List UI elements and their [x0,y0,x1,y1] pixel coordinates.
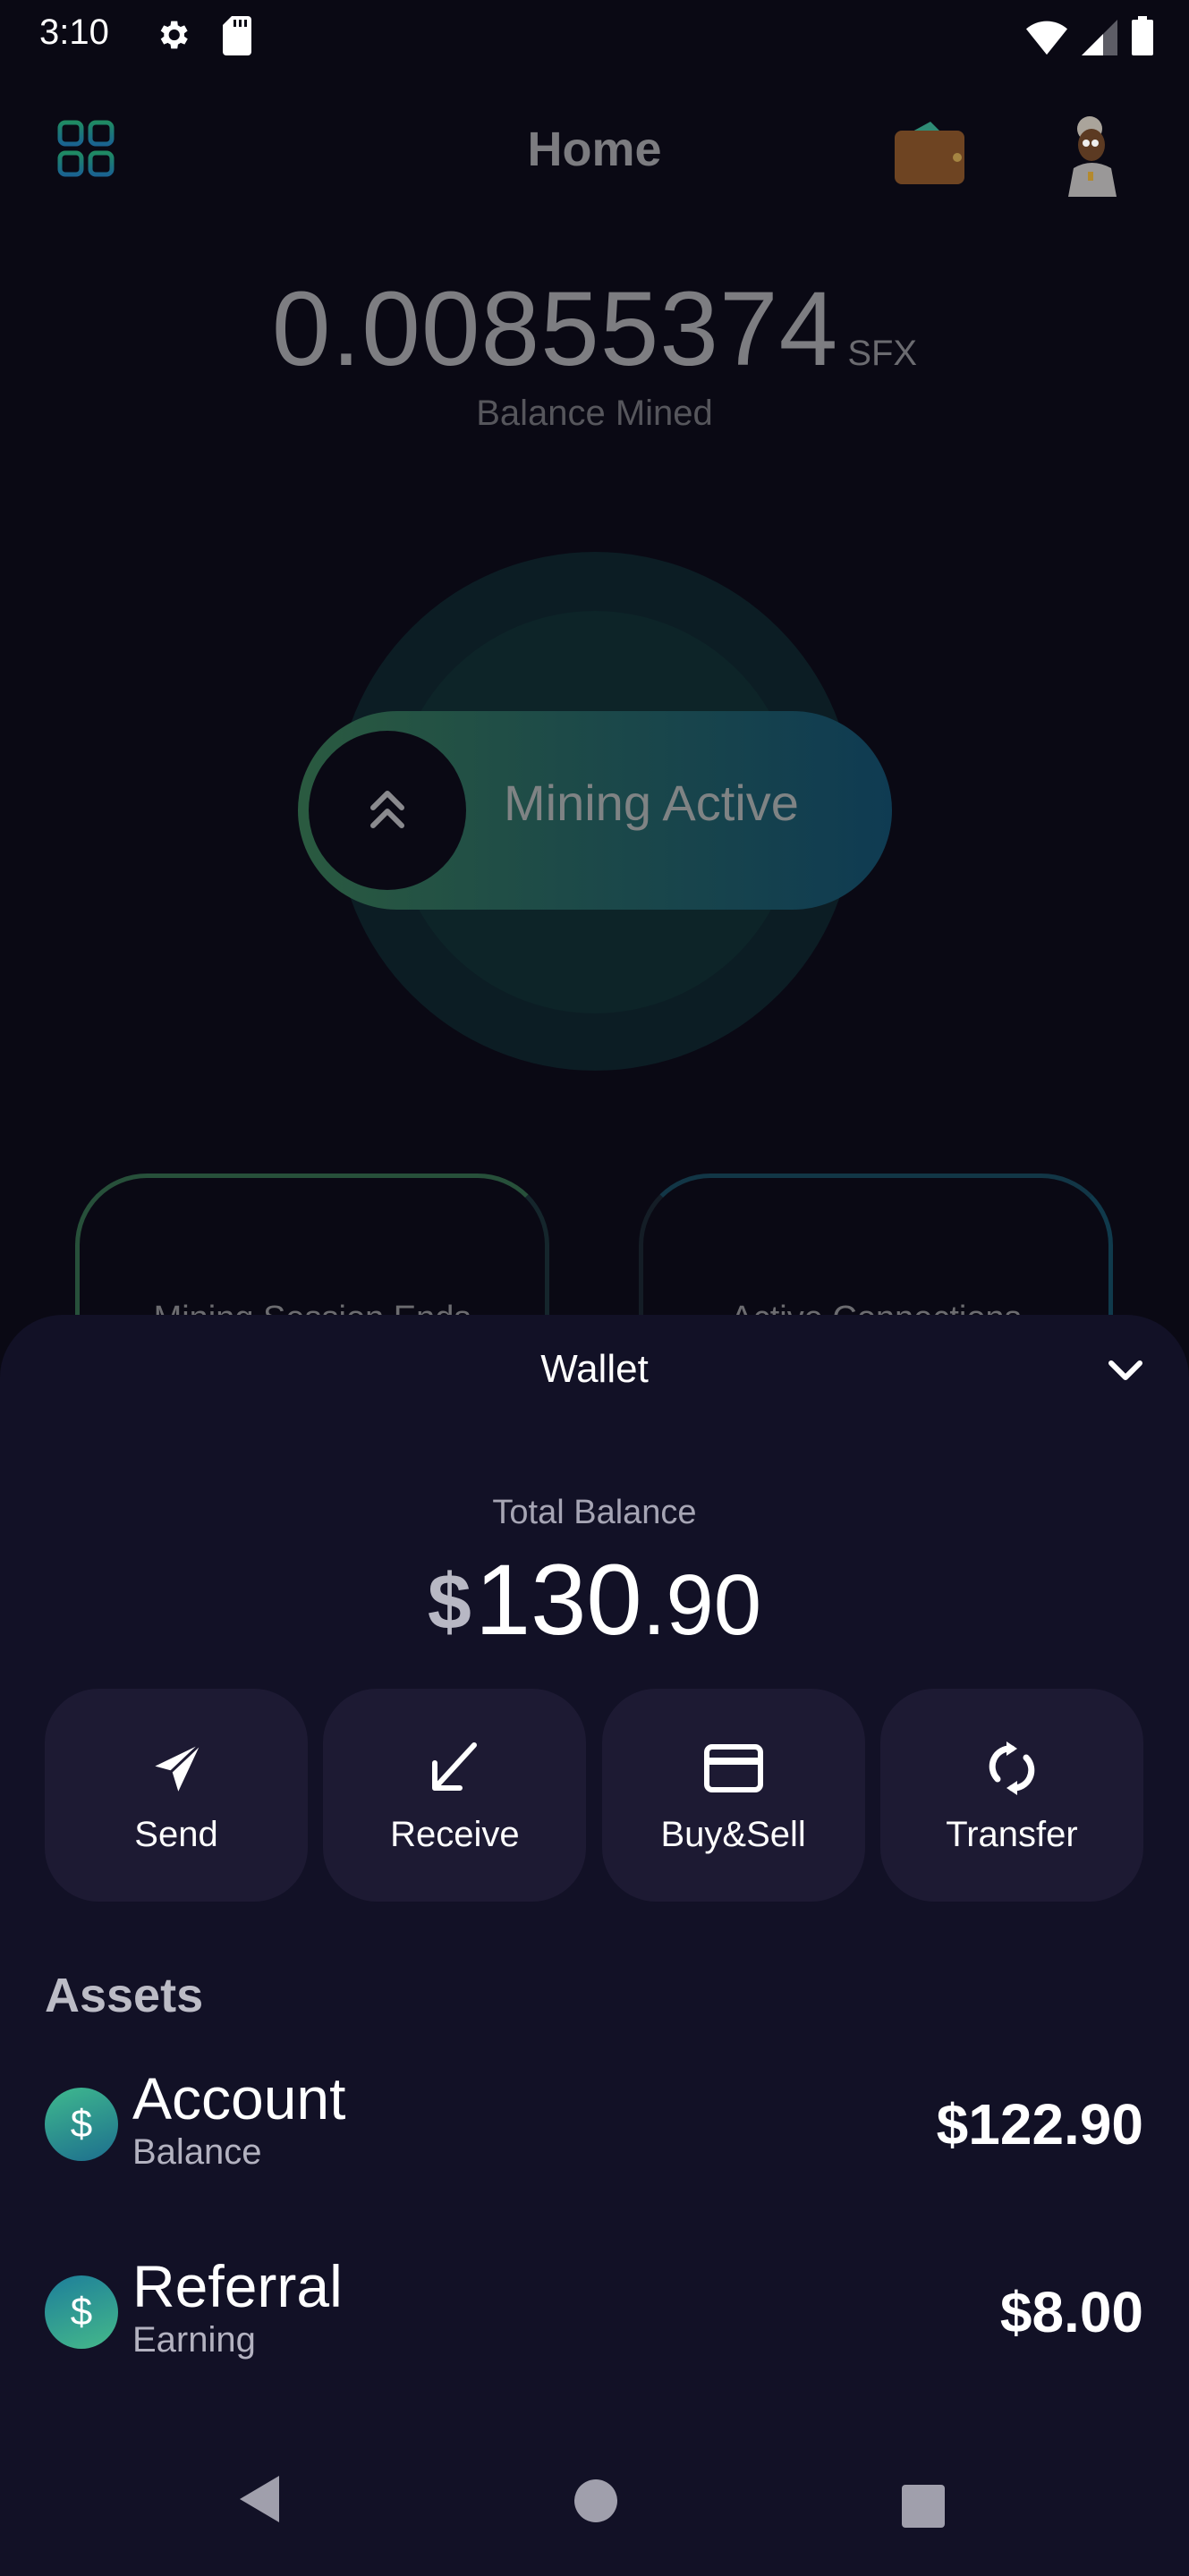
wifi-icon [1026,21,1067,55]
asset-name: Account [132,2065,346,2131]
wallet-sheet: Wallet Total Balance $130.90 Send Receiv… [0,1315,1189,2576]
gear-icon [160,21,188,49]
wallet-icon[interactable] [895,120,966,184]
transfer-icon [989,1741,1035,1795]
currency-symbol: $ [427,1557,471,1646]
page-title: Home [527,123,662,176]
total-balance-amount: $130.90 [0,1542,1189,1657]
send-icon [149,1740,205,1796]
mining-knob[interactable] [309,731,466,890]
receive-button[interactable]: Receive [323,1689,587,1902]
action-label: Send [134,1814,218,1854]
signal-icon [1082,20,1117,55]
recents-icon[interactable] [902,2485,945,2528]
mining-toggle[interactable]: Mining Active [298,711,892,910]
home-icon[interactable] [574,2479,617,2522]
action-label: Receive [390,1814,520,1854]
action-label: Transfer [946,1814,1078,1854]
receive-icon [432,1741,478,1791]
dollar-coin-icon: $ [45,2275,118,2349]
wallet-actions: Send Receive Buy&Sell Transfer [45,1689,1143,1902]
buy-sell-button[interactable]: Buy&Sell [601,1689,865,1902]
card-icon [703,1743,763,1792]
chevron-down-icon[interactable] [1107,1358,1144,1385]
asset-subtitle: Balance [132,2132,262,2172]
battery-icon [1132,16,1153,55]
asset-row-account[interactable]: $ Account Balance $122.90 [45,2064,1143,2172]
mined-label: Balance Mined [476,394,713,433]
double-chevron-up-icon [370,791,404,828]
status-bar: 3:10 [0,0,1189,72]
mined-balance: 0.00855374 SFX Balance Mined [0,268,1189,434]
send-button[interactable]: Send [45,1689,308,1902]
mined-value: 0.00855374 [271,270,839,388]
mining-status-label: Mining Active [504,775,799,831]
sd-card-icon [223,16,251,55]
action-label: Buy&Sell [660,1814,806,1854]
asset-value: $122.90 [936,2092,1143,2157]
total-integer: 130 [474,1544,642,1656]
total-decimal: .90 [641,1557,762,1653]
asset-subtitle: Earning [132,2320,256,2360]
dollar-coin-icon: $ [45,2088,118,2161]
system-nav-bar [0,2433,1189,2576]
asset-value: $8.00 [999,2280,1143,2344]
transfer-button[interactable]: Transfer [879,1689,1143,1902]
asset-row-referral[interactable]: $ Referral Earning $8.00 [45,2252,1143,2360]
status-icons [1026,14,1153,55]
avatar[interactable] [1061,114,1124,197]
back-icon[interactable] [240,2476,279,2522]
status-time: 3:10 [39,13,109,52]
assets-title: Assets [45,1969,204,2022]
app-bar: Home [0,107,1189,197]
total-balance-label: Total Balance [492,1494,697,1531]
wallet-title: Wallet [540,1347,649,1391]
asset-name: Referral [132,2253,343,2319]
mined-unit: SFX [847,334,918,373]
